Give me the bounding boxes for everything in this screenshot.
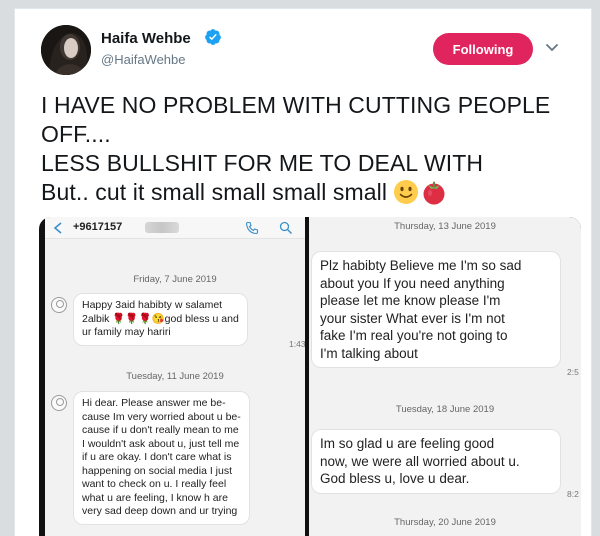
sms-header: +9617157 <box>45 217 305 239</box>
message-line: Happy 3aid habibty w salamet <box>82 299 223 311</box>
message-line: Hi dear. Please answer me be- <box>82 397 226 409</box>
message-line: ur family may hariri <box>82 326 171 338</box>
message-time: 1:43 <box>289 339 305 349</box>
message-line: cause if u don't really mean to me <box>82 424 239 436</box>
chevron-down-icon[interactable] <box>545 43 559 53</box>
message-line: if u are okay. I don't care what is <box>82 451 232 463</box>
message-line: about you If you need anything <box>320 275 505 291</box>
message-line: your sister What ever is I'm not <box>320 310 505 326</box>
message-line: I'm talking about <box>320 345 418 361</box>
message-bubble: Happy 3aid habibty w salamet 2albik 🌹🌹🌹😘… <box>73 293 248 346</box>
date-label: Tuesday, 11 June 2019 <box>126 371 224 382</box>
avatar[interactable] <box>41 25 91 75</box>
message-time: 8:2 <box>567 489 579 499</box>
message-time: 2:5 <box>567 367 579 377</box>
sms-screenshot-left: +9617157 Friday, 7 June 2019 Happy 3aid … <box>45 217 305 536</box>
message-line: fake I'm real you're not going to <box>320 328 508 343</box>
sms-screenshot-right: Thursday, 13 June 2019 Plz habibty Belie… <box>309 217 581 536</box>
message-line: happening on social media I just <box>82 464 233 477</box>
tweet-card: Haifa Wehbe @HaifaWehbe Following I HAVE… <box>14 8 592 536</box>
phone-number: +9617157 <box>73 221 123 233</box>
message-line: please let me know please I'm <box>320 293 501 308</box>
tweet-line: I HAVE NO PROBLEM WITH CUTTING PEOPLE <box>41 92 551 118</box>
attached-image[interactable]: +9617157 Friday, 7 June 2019 Happy 3aid … <box>39 217 581 536</box>
message-bubble: Plz habibty Believe me I'm so sad about … <box>311 251 561 368</box>
avatar-image <box>41 25 91 75</box>
contact-avatar-icon <box>51 297 67 313</box>
display-name[interactable]: Haifa Wehbe <box>101 30 191 47</box>
smiling-face-emoji-icon <box>394 180 419 204</box>
tomato-emoji-icon <box>423 181 445 205</box>
date-label: Tuesday, 18 June 2019 <box>395 404 495 415</box>
phone-call-icon <box>245 221 259 235</box>
message-line: 2albik 🌹🌹🌹😘god bless u and <box>82 312 239 325</box>
tweet-line: OFF.... <box>41 121 111 147</box>
following-button[interactable]: Following <box>433 33 533 65</box>
message-line: very sad deep down and ur trying <box>82 505 238 517</box>
message-line: I wouldn't ask about u, just tell me <box>82 437 240 450</box>
message-line: Plz habibty Believe me I'm so sad <box>320 258 522 273</box>
back-arrow-icon <box>53 222 62 234</box>
tweet-line: But.. cut it small small small small <box>41 179 388 205</box>
tweet-line-last: But.. cut it small small small small <box>41 178 581 207</box>
tweet-line: LESS BULLSHIT FOR ME TO DEAL WITH <box>41 150 484 176</box>
message-line: cause Im very worried about u be- <box>82 410 241 423</box>
date-label: Thursday, 13 June 2019 <box>394 221 496 232</box>
user-handle[interactable]: @HaifaWehbe <box>101 52 186 67</box>
message-bubble: Hi dear. Please answer me be- cause Im v… <box>73 391 250 525</box>
contact-avatar-icon <box>51 395 67 411</box>
date-label: Friday, 7 June 2019 <box>133 274 217 285</box>
message-line: want to check on u. I really feel <box>82 478 227 490</box>
message-line: Im so glad u are feeling good <box>320 436 495 451</box>
message-bubble: Im so glad u are feeling good now, we we… <box>311 429 561 494</box>
message-line: God bless u, love u dear. <box>320 471 470 486</box>
search-icon <box>279 221 292 234</box>
message-line: now, we were all worried about u. <box>320 453 520 469</box>
message-line: what u are feeling, I know h are <box>82 491 228 504</box>
date-label: Thursday, 20 June 2019 <box>394 517 496 528</box>
verified-badge-icon <box>205 29 221 45</box>
blurred-digits <box>145 222 179 233</box>
tweet-text: I HAVE NO PROBLEM WITH CUTTING PEOPLE OF… <box>41 91 581 207</box>
